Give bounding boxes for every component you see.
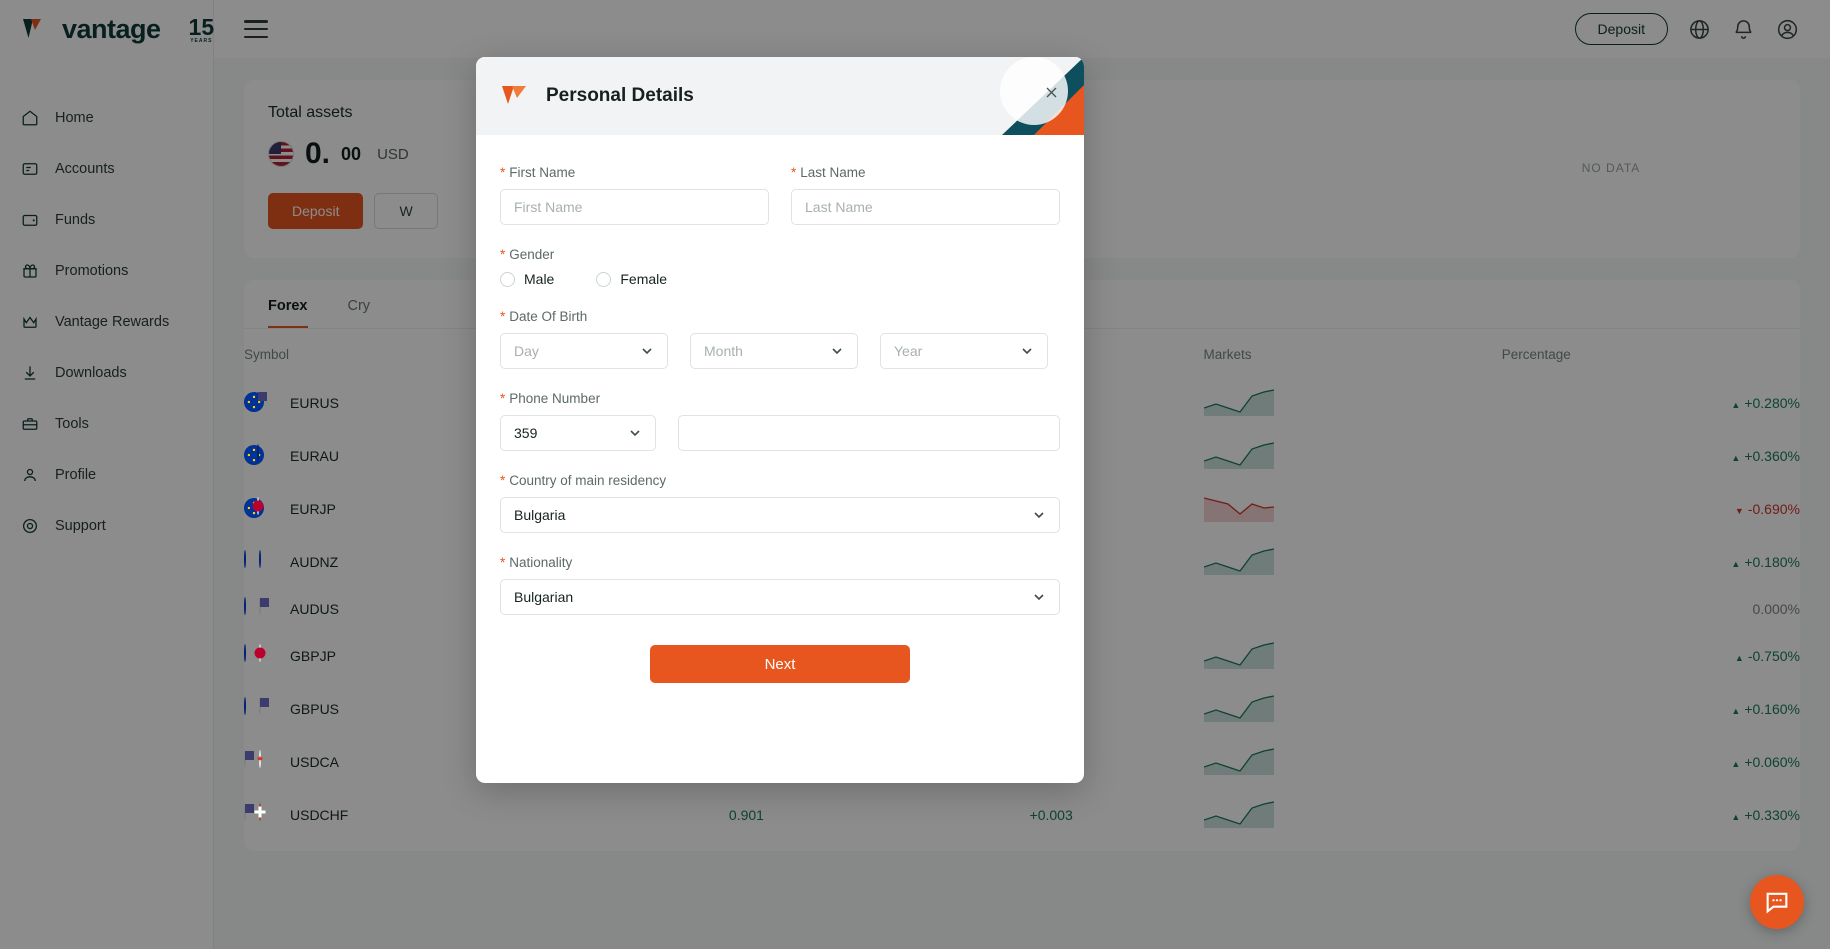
country-group: * Country of main residency Bulgaria [500, 473, 1060, 533]
radio-circle-icon [596, 271, 612, 287]
vantage-mark-icon [502, 86, 526, 104]
phone-country-code-value: 359 [514, 425, 538, 441]
next-button-wrap: Next [500, 645, 1060, 683]
phone-row: 359 [500, 415, 1060, 451]
dob-year-value: Year [894, 343, 923, 359]
dob-year-select[interactable]: Year [880, 333, 1048, 369]
last-name-input[interactable] [791, 189, 1060, 225]
gender-female-label: Female [620, 271, 668, 287]
phone-label: Phone Number [509, 391, 601, 406]
required-asterisk: * [500, 473, 506, 488]
first-name-label: First Name [509, 165, 576, 180]
nationality-value: Bulgarian [514, 589, 574, 605]
last-name-label-wrap: * Last Name [791, 165, 1060, 180]
nationality-label: Nationality [509, 555, 573, 570]
dob-day-value: Day [514, 343, 539, 359]
modal-body: * First Name * Last Name * Gender [476, 135, 1084, 683]
close-icon[interactable] [1040, 81, 1062, 103]
nationality-group: * Nationality Bulgarian [500, 555, 1060, 615]
name-row: * First Name * Last Name [500, 165, 1060, 247]
first-name-input[interactable] [500, 189, 769, 225]
first-name-label-wrap: * First Name [500, 165, 769, 180]
country-label-wrap: * Country of main residency [500, 473, 1060, 488]
gender-radio-female[interactable]: Female [596, 271, 667, 287]
dob-month-select[interactable]: Month [690, 333, 858, 369]
chevron-down-icon [1034, 594, 1044, 601]
gender-label-wrap: * Gender [500, 247, 1060, 262]
gender-radio-male[interactable]: Male [500, 271, 554, 287]
chevron-down-icon [642, 348, 652, 355]
modal-title: Personal Details [546, 85, 694, 106]
dob-month-value: Month [704, 343, 743, 359]
required-asterisk: * [500, 165, 506, 180]
gender-label: Gender [509, 247, 555, 262]
last-name-group: * Last Name [791, 165, 1060, 225]
dob-day-select[interactable]: Day [500, 333, 668, 369]
gender-radio-row: Male Female [500, 271, 1060, 287]
gender-group: * Gender Male Female [500, 247, 1060, 287]
dob-label-wrap: * Date Of Birth [500, 309, 1060, 324]
nationality-select[interactable]: Bulgarian [500, 579, 1060, 615]
chevron-down-icon [832, 348, 842, 355]
phone-country-code-select[interactable]: 359 [500, 415, 656, 451]
phone-number-input[interactable] [678, 415, 1060, 451]
nationality-label-wrap: * Nationality [500, 555, 1060, 570]
required-asterisk: * [791, 165, 797, 180]
country-label: Country of main residency [509, 473, 667, 488]
last-name-label: Last Name [800, 165, 866, 180]
gender-male-label: Male [524, 271, 555, 287]
radio-circle-icon [500, 271, 515, 287]
dob-row: Day Month Year [500, 333, 1060, 369]
chevron-down-icon [1034, 512, 1044, 519]
phone-group: * Phone Number 359 [500, 391, 1060, 451]
phone-label-wrap: * Phone Number [500, 391, 1060, 406]
required-asterisk: * [500, 247, 506, 262]
required-asterisk: * [500, 309, 506, 324]
country-value: Bulgaria [514, 507, 566, 523]
chevron-down-icon [1022, 348, 1032, 355]
dob-group: * Date Of Birth Day Month Year [500, 309, 1060, 369]
chevron-down-icon [630, 430, 640, 437]
modal-header: Personal Details [476, 57, 1084, 135]
next-button[interactable]: Next [650, 645, 910, 683]
app-root: vantage 15 YEARS Home Accounts Funds Pro… [0, 0, 1830, 949]
chat-support-button[interactable] [1750, 875, 1804, 929]
required-asterisk: * [500, 555, 506, 570]
dob-label: Date Of Birth [509, 309, 588, 324]
country-select[interactable]: Bulgaria [500, 497, 1060, 533]
first-name-group: * First Name [500, 165, 769, 225]
required-asterisk: * [500, 391, 506, 406]
personal-details-modal: Personal Details * First Name * Last Na [476, 57, 1084, 783]
chat-icon [1766, 892, 1788, 914]
